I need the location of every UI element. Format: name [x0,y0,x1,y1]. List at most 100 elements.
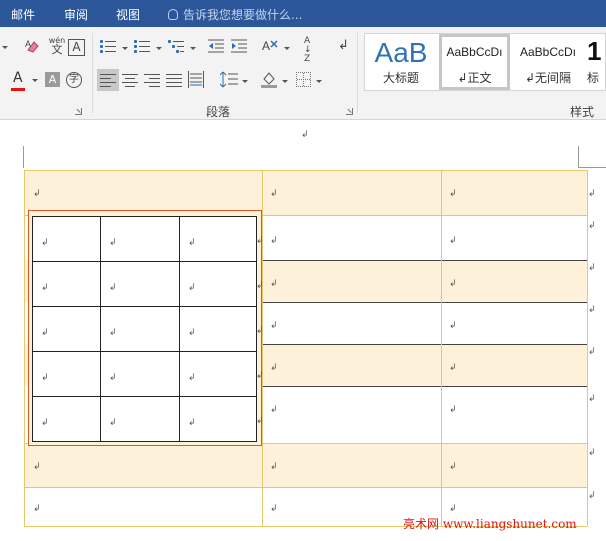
cell-mark: ↲ [270,462,278,472]
chinese-layout-dropdown-arrow[interactable] [284,47,290,50]
table-cell[interactable]: ↲ [100,351,180,397]
table-cell[interactable]: ↲ [100,306,180,352]
lightbulb-icon [168,9,178,20]
font-dialog-launcher[interactable] [75,108,82,115]
line-spacing-icon[interactable] [219,71,238,88]
margin-corner-left [23,146,24,168]
row-end-mark: ↲ [588,491,596,501]
group-separator [357,33,358,113]
enclose-characters-icon[interactable]: 字 [66,72,82,88]
table-cell[interactable]: ↲ [100,216,180,262]
outer-table-border [262,170,263,526]
character-shading-icon[interactable]: A [45,72,60,87]
table-cell[interactable]: ↲ [32,216,101,262]
nested-table[interactable]: ↲ ↲ ↲ ↲ ↲ ↲ ↲ ↲ ↲ ↲ ↲ ↲ ↲ ↲ ↲ [32,216,257,442]
numbering-icon[interactable] [134,40,150,54]
svg-text:A: A [25,39,31,49]
table-cell[interactable]: ↲ [100,396,180,442]
numbering-dropdown-arrow[interactable] [156,47,162,50]
style-normal-mark: ↲ [457,71,468,85]
cell-mark: ↲ [270,363,278,373]
cell-mark: ↲ [449,236,457,246]
table-cell[interactable]: ↲ [179,261,257,307]
cell-mark: ↲ [109,418,117,428]
tab-view[interactable]: 视图 [116,6,140,23]
font-color-dropdown-arrow[interactable] [32,79,38,82]
row-end-mark: ↲ [588,189,596,199]
outer-table-border [24,170,25,526]
style-normal-name: 正文 [467,71,492,85]
style-title-preview: AaB [374,37,428,68]
cell-mark: ↲ [188,418,196,428]
style-normal-label: ↲正文 [442,69,507,86]
cell-mark: ↲ [109,238,117,248]
row-end-mark: ↲ [588,305,596,315]
table-cell[interactable]: ↲ [100,261,180,307]
cell-mark: ↲ [41,328,49,338]
table-cell[interactable]: ↲ [32,261,101,307]
tell-me-search[interactable]: 告诉我您想要做什么... [168,6,302,23]
chinese-layout-icon[interactable]: A [262,38,280,54]
table-cell[interactable]: ↲ [179,306,257,352]
paragraph-mark: ↲ [301,130,309,140]
table-cell[interactable]: ↲ [32,351,101,397]
multilevel-dropdown-arrow[interactable] [190,47,196,50]
outer-table-border [441,170,442,526]
phonetic-char: 文 [51,43,63,56]
borders-icon[interactable] [296,72,311,87]
cell-mark: ↲ [449,279,457,289]
sort-icon[interactable]: A↓Z [304,37,320,64]
multilevel-list-icon[interactable] [168,40,184,54]
table-cell[interactable]: ↲ [179,396,257,442]
ribbon: A wén 文 A A A 字 A A↓Z ↲ 段落 AaB 大标题 AaBbC… [0,27,606,120]
align-center-icon[interactable] [122,73,138,87]
style-heading-1[interactable]: 1 标 [587,34,606,90]
shading-icon[interactable] [260,70,278,88]
style-title[interactable]: AaB 大标题 [365,34,437,90]
table-cell[interactable]: ↲ [32,306,101,352]
cell-mark: ↲ [41,418,49,428]
style-no-spacing-name: 无间隔 [535,71,572,85]
phonetic-guide-icon[interactable]: wén 文 [47,36,67,58]
tab-review[interactable]: 审阅 [64,6,88,23]
table-cell[interactable]: ↲ [179,351,257,397]
style-heading-1-preview: 1 [587,36,602,66]
outer-table-row-1 [24,170,587,215]
cell-mark: ↲ [109,373,117,383]
character-border-icon[interactable]: A [68,39,85,56]
borders-dropdown-arrow[interactable] [316,80,322,83]
table-row: ↲ ↲ ↲ [32,351,257,397]
table-row: ↲ ↲ ↲ [32,261,257,307]
row-end-mark: ↲ [256,326,264,336]
font-color-icon[interactable]: A [13,70,23,86]
increase-indent-icon[interactable] [231,39,247,53]
cell-mark: ↲ [188,238,196,248]
outer-table-border [262,344,587,345]
table-cell[interactable]: ↲ [179,216,257,262]
bullets-icon[interactable] [100,40,116,54]
line-spacing-dropdown-arrow[interactable] [242,80,248,83]
bullets-dropdown-arrow[interactable] [122,47,128,50]
shading-dropdown-arrow[interactable] [282,80,288,83]
show-marks-icon[interactable]: ↲ [338,39,352,53]
paragraph-dialog-launcher[interactable] [346,108,353,115]
tab-mailings[interactable]: 邮件 [11,6,35,23]
style-normal[interactable]: AaBbCcDı ↲正文 [439,34,510,90]
outer-table-border [262,302,587,303]
style-no-spacing-preview: AaBbCcDı [519,45,577,59]
decrease-indent-icon[interactable] [208,39,224,53]
tell-me-text: 告诉我您想要做什么... [183,8,303,22]
cell-mark: ↲ [188,328,196,338]
cell-mark: ↲ [33,189,41,199]
align-right-icon[interactable] [144,73,160,87]
style-no-spacing[interactable]: AaBbCcDı ↲无间隔 [512,34,584,90]
align-left-icon[interactable] [100,73,116,87]
table-cell[interactable]: ↲ [32,396,101,442]
clear-formatting-icon[interactable]: A [24,38,42,56]
justify-icon[interactable] [166,73,182,87]
row-end-mark: ↲ [588,221,596,231]
font-color-bar [11,88,25,91]
distributed-icon[interactable] [188,71,204,88]
outer-table-row-7 [24,443,587,487]
paragraph-group-label: 段落 [206,105,231,119]
